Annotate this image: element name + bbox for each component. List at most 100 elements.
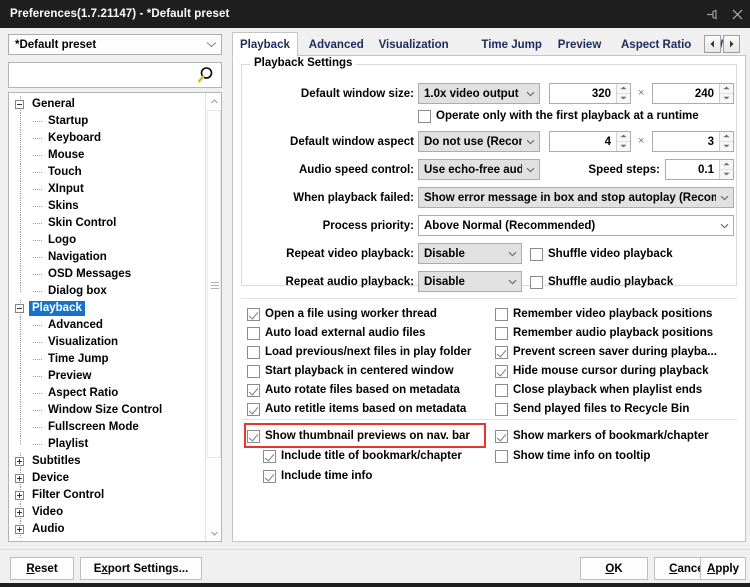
stepper-up-icon[interactable] bbox=[720, 84, 733, 94]
checkbox-show-markers-of-bookmark-chapter[interactable]: Show markers of bookmark/chapter bbox=[495, 427, 709, 445]
checkbox-include-time-info[interactable]: Include time info bbox=[263, 467, 372, 485]
tree-item-subtitles[interactable]: Subtitles bbox=[9, 453, 205, 470]
triangle-right-icon[interactable] bbox=[723, 35, 740, 53]
settings-tree[interactable]: General Startup Keyboard Mouse Touch XInput Sk… bbox=[8, 92, 222, 542]
tree-item-touch[interactable]: Touch bbox=[9, 164, 205, 181]
speed-steps-stepper[interactable]: 0.1 bbox=[665, 159, 734, 180]
checkbox-remember-audio-playback-positions[interactable]: Remember audio playback positions bbox=[495, 324, 713, 342]
tree-item-osd-messages[interactable]: OSD Messages bbox=[9, 266, 205, 283]
collapse-icon[interactable] bbox=[15, 100, 24, 109]
search-input[interactable] bbox=[13, 66, 191, 84]
scroll-up-icon[interactable] bbox=[206, 93, 221, 109]
stepper-up-icon[interactable] bbox=[617, 132, 630, 142]
tree-scrollbar[interactable] bbox=[205, 93, 221, 541]
stepper-buttons[interactable] bbox=[719, 84, 733, 103]
stepper-buttons[interactable] bbox=[616, 84, 630, 103]
checkbox-start-playback-in-centered-window[interactable]: Start playback in centered window bbox=[247, 362, 454, 380]
stepper-down-icon[interactable] bbox=[617, 141, 630, 151]
default-window-height-stepper[interactable]: 240 bbox=[652, 83, 734, 104]
tree-item-audio[interactable]: Audio bbox=[9, 521, 205, 538]
checkbox-remember-video-playback-positions[interactable]: Remember video playback positions bbox=[495, 305, 712, 323]
tree-item-keyboard[interactable]: Keyboard bbox=[9, 130, 205, 147]
tree-item-device[interactable]: Device bbox=[9, 470, 205, 487]
search-box[interactable] bbox=[8, 62, 222, 88]
tree-item-general[interactable]: General bbox=[9, 96, 205, 113]
close-icon[interactable] bbox=[724, 0, 750, 28]
tab-aspect-ratio[interactable]: Aspect Ratio bbox=[614, 34, 698, 56]
tree-item-fullscreen-mode[interactable]: Fullscreen Mode bbox=[9, 419, 205, 436]
checkbox-show-time-info-on-tooltip[interactable]: Show time info on tooltip bbox=[495, 447, 650, 465]
tree-item-skins[interactable]: Skins bbox=[9, 198, 205, 215]
tree-item-skin-control[interactable]: Skin Control bbox=[9, 215, 205, 232]
tab-advanced[interactable]: Advanced bbox=[302, 34, 371, 56]
tab-visualization[interactable]: Visualization bbox=[372, 34, 456, 56]
stepper-down-icon[interactable] bbox=[617, 93, 630, 103]
checkbox-auto-load-external-audio-files[interactable]: Auto load external audio files bbox=[247, 324, 425, 342]
repeat-video-playback-select[interactable]: Disable bbox=[418, 243, 522, 264]
reset-button[interactable]: Reset bbox=[10, 557, 74, 580]
default-window-aspect-select[interactable]: Do not use (Recomm bbox=[418, 131, 540, 152]
collapse-icon[interactable] bbox=[15, 304, 24, 313]
tree-item-dialog-box[interactable]: Dialog box bbox=[9, 283, 205, 300]
tree-item-window-size-control[interactable]: Window Size Control bbox=[9, 402, 205, 419]
repeat-audio-playback-select[interactable]: Disable bbox=[418, 271, 522, 292]
tree-item-navigation[interactable]: Navigation bbox=[9, 249, 205, 266]
tree-item-time-jump[interactable]: Time Jump bbox=[9, 351, 205, 368]
expand-icon[interactable] bbox=[15, 491, 24, 500]
checkbox-auto-rotate-files-based-on-metadata[interactable]: Auto rotate files based on metadata bbox=[247, 381, 460, 399]
checkbox-prevent-screen-saver-during-playba[interactable]: Prevent screen saver during playba... bbox=[495, 343, 717, 361]
stepper-buttons[interactable] bbox=[719, 132, 733, 151]
tree-item-xinput[interactable]: XInput bbox=[9, 181, 205, 198]
stepper-buttons[interactable] bbox=[719, 160, 733, 179]
preset-select[interactable]: *Default preset bbox=[8, 34, 222, 55]
checkbox-send-played-files-to-recycle-bin[interactable]: Send played files to Recycle Bin bbox=[495, 400, 689, 418]
tree-scrollbar-thumb[interactable] bbox=[207, 110, 221, 458]
when-playback-failed-select[interactable]: Show error message in box and stop autop… bbox=[418, 187, 734, 208]
audio-speed-control-select[interactable]: Use echo-free audic bbox=[418, 159, 540, 180]
checkbox-load-previous-next-files-in-play-folder[interactable]: Load previous/next files in play folder bbox=[247, 343, 471, 361]
stepper-down-icon[interactable] bbox=[720, 93, 733, 103]
tab-time-jump[interactable]: Time Jump bbox=[474, 34, 549, 56]
tree-item-advanced[interactable]: Advanced bbox=[9, 317, 205, 334]
stepper-buttons[interactable] bbox=[616, 132, 630, 151]
triangle-left-icon[interactable] bbox=[704, 35, 721, 53]
checkbox-operate-first-playback[interactable]: Operate only with the first playback at … bbox=[418, 107, 699, 125]
checkbox-auto-retitle-items-based-on-metadata[interactable]: Auto retitle items based on metadata bbox=[247, 400, 466, 418]
tree-item-preview[interactable]: Preview bbox=[9, 368, 205, 385]
stepper-up-icon[interactable] bbox=[617, 84, 630, 94]
tree-item-playlist[interactable]: Playlist bbox=[9, 436, 205, 453]
expand-icon[interactable] bbox=[15, 525, 24, 534]
tree-item-logo[interactable]: Logo bbox=[9, 232, 205, 249]
checkbox-open-a-file-using-worker-thread[interactable]: Open a file using worker thread bbox=[247, 305, 437, 323]
default-window-size-select[interactable]: 1.0x video output s bbox=[418, 83, 540, 104]
tree-item-aspect-ratio[interactable]: Aspect Ratio bbox=[9, 385, 205, 402]
checkbox-include-title-of-bookmark-chapter[interactable]: Include title of bookmark/chapter bbox=[263, 447, 462, 465]
stepper-down-icon[interactable] bbox=[720, 169, 733, 179]
stepper-up-icon[interactable] bbox=[720, 132, 733, 142]
apply-button[interactable]: Apply bbox=[700, 557, 746, 580]
tab-preview[interactable]: Preview bbox=[551, 34, 608, 56]
ok-button[interactable]: OK bbox=[580, 557, 648, 580]
stepper-down-icon[interactable] bbox=[720, 141, 733, 151]
scroll-down-icon[interactable] bbox=[206, 525, 221, 541]
checkbox-close-playback-when-playlist-ends[interactable]: Close playback when playlist ends bbox=[495, 381, 702, 399]
aspect-height-stepper[interactable]: 3 bbox=[652, 131, 734, 152]
stepper-up-icon[interactable] bbox=[720, 160, 733, 170]
aspect-width-stepper[interactable]: 4 bbox=[549, 131, 631, 152]
expand-icon[interactable] bbox=[15, 508, 24, 517]
tree-item-startup[interactable]: Startup bbox=[9, 113, 205, 130]
checkbox-shuffle-video-playback[interactable]: Shuffle video playback bbox=[530, 245, 673, 263]
checkbox-shuffle-audio-playback[interactable]: Shuffle audio playback bbox=[530, 273, 673, 291]
default-window-width-stepper[interactable]: 320 bbox=[549, 83, 631, 104]
tree-item-visualization[interactable]: Visualization bbox=[9, 334, 205, 351]
tree-item-mouse[interactable]: Mouse bbox=[9, 147, 205, 164]
checkbox-hide-mouse-cursor-during-playback[interactable]: Hide mouse cursor during playback bbox=[495, 362, 709, 380]
tree-item-video[interactable]: Video bbox=[9, 504, 205, 521]
tree-item-filter-control[interactable]: Filter Control bbox=[9, 487, 205, 504]
pin-icon[interactable] bbox=[698, 0, 724, 28]
expand-icon[interactable] bbox=[15, 474, 24, 483]
process-priority-select[interactable]: Above Normal (Recommended) bbox=[418, 215, 734, 236]
tab-playback[interactable]: Playback bbox=[232, 32, 298, 57]
tree-item-playback[interactable]: Playback bbox=[9, 300, 205, 317]
checkbox-show-thumbnail-previews-on-nav-bar[interactable]: Show thumbnail previews on nav. bar bbox=[247, 427, 470, 445]
